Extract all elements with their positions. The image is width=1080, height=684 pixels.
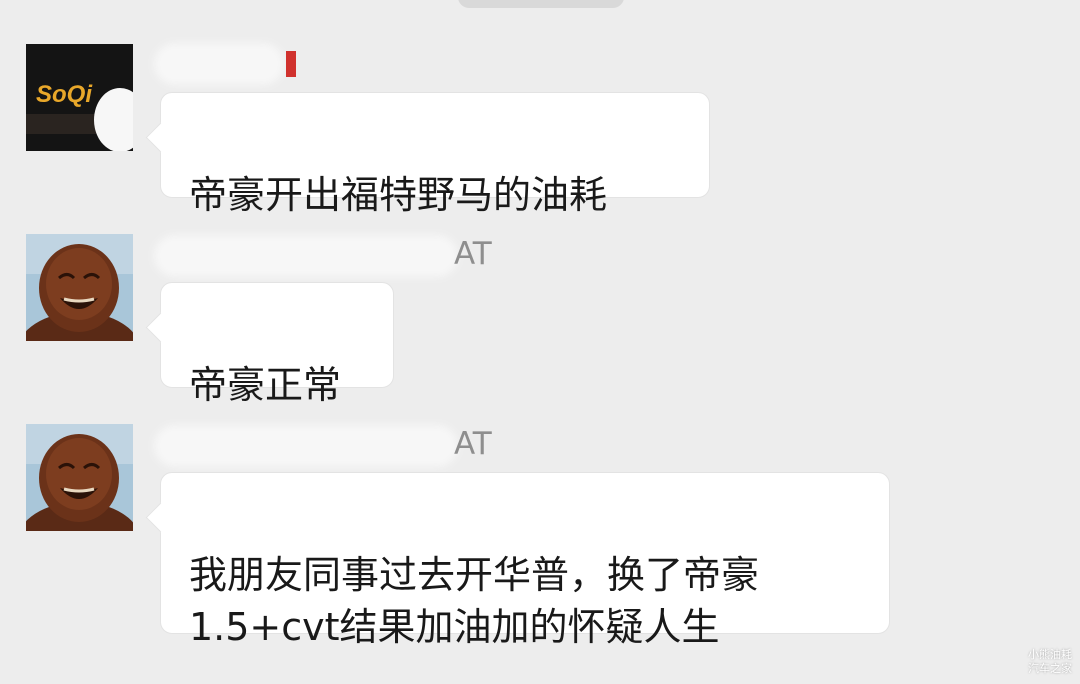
- message-text-1: 帝豪开出福特野马的油耗: [189, 173, 608, 217]
- avatar-soqi[interactable]: SoQi: [26, 44, 133, 151]
- laughing-buddha-avatar: [26, 234, 133, 341]
- sender-flag-icon: [285, 50, 296, 77]
- avatar-logo-text: SoQi: [36, 81, 93, 108]
- soqi-logo-avatar: SoQi: [26, 44, 133, 151]
- message-bubble-3[interactable]: 我朋友同事过去开华普，换了帝豪 1.5+cvt结果加油加的怀疑人生: [160, 472, 890, 649]
- message-bubble-1[interactable]: 帝豪开出福特野马的油耗: [160, 92, 710, 217]
- top-time-pill: [458, 0, 624, 8]
- watermark-line-2: 汽车之家: [1028, 662, 1072, 675]
- sender-name-3: AT: [160, 424, 492, 464]
- message-bubble-2[interactable]: 帝豪正常: [160, 282, 394, 407]
- avatar-buddha-2[interactable]: [26, 424, 133, 531]
- watermark: 小熊油耗 汽车之家: [1028, 648, 1072, 676]
- avatar-buddha-1[interactable]: [26, 234, 133, 341]
- message-text-2: 帝豪正常: [189, 363, 342, 407]
- sender-name-2: AT: [160, 234, 492, 274]
- watermark-line-1: 小熊油耗: [1028, 648, 1072, 661]
- sender-name-1: [160, 42, 296, 82]
- redacted-name: [160, 430, 452, 461]
- laughing-buddha-avatar: [26, 424, 133, 531]
- message-text-3: 我朋友同事过去开华普，换了帝豪 1.5+cvt结果加油加的怀疑人生: [189, 553, 760, 649]
- redacted-name: [160, 240, 452, 271]
- redacted-name: [160, 48, 278, 79]
